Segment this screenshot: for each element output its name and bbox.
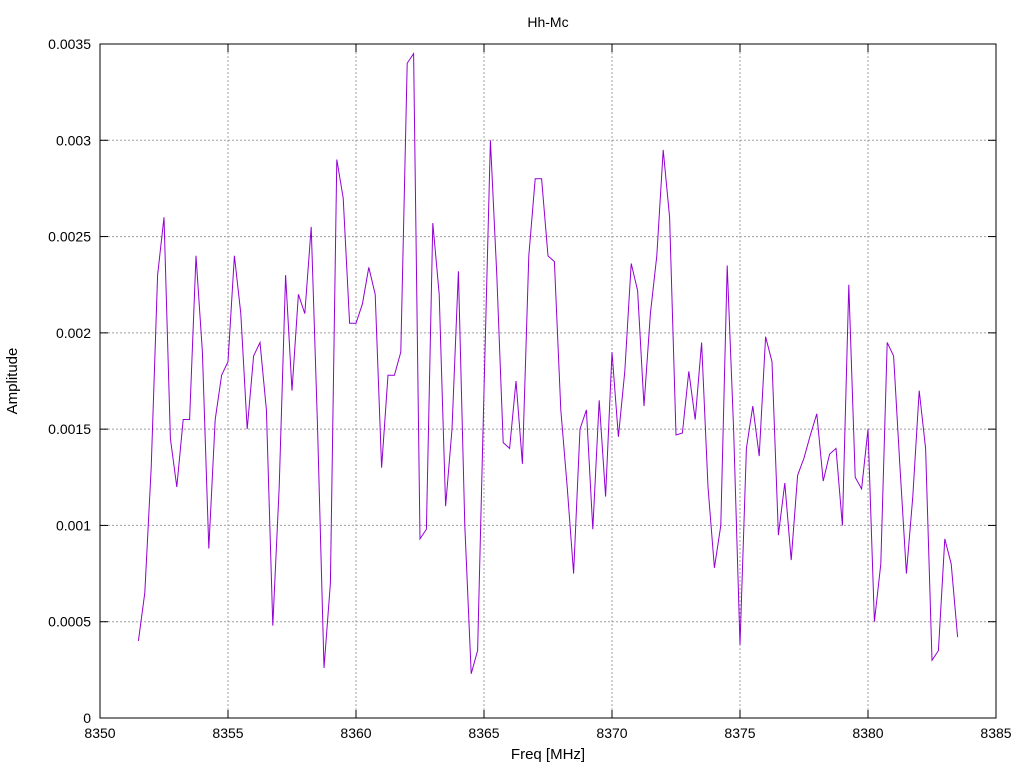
chart-title: Hh-Mc: [527, 14, 568, 30]
chart-container: 8350 8355 8360 8365 8370 8375 8380 8385 0 0.0005 0…: [0, 0, 1024, 768]
y-tick-label: 0.003: [56, 132, 91, 148]
x-tick-label: 8380: [852, 725, 883, 741]
x-tick-label: 8375: [724, 725, 755, 741]
y-tick-label: 0.002: [56, 325, 91, 341]
y-tick-label: 0.0005: [48, 614, 91, 630]
y-tick-label: 0.0015: [48, 421, 91, 437]
y-tick-label: 0.001: [56, 517, 91, 533]
y-tick-label: 0.0035: [48, 36, 91, 52]
x-tick-label: 8370: [596, 725, 627, 741]
x-tick-label: 8385: [980, 725, 1011, 741]
y-tick-label: 0.0025: [48, 229, 91, 245]
y-tick-label: 0: [83, 710, 91, 726]
x-axis-label: Freq [MHz]: [511, 746, 585, 763]
x-tick-label: 8355: [212, 725, 243, 741]
x-tick-label: 8365: [468, 725, 499, 741]
line-chart: 8350 8355 8360 8365 8370 8375 8380 8385 0 0.0005 0…: [0, 0, 1024, 768]
x-tick-label: 8350: [84, 725, 115, 741]
x-tick-label: 8360: [340, 725, 371, 741]
y-axis-label: Amplitude: [4, 348, 21, 415]
